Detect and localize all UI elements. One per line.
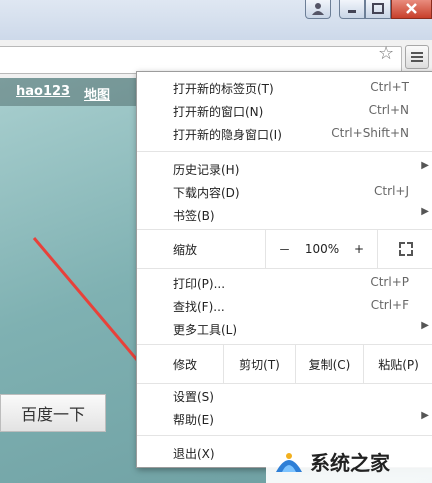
menu-item-label: 下载内容(D): [173, 186, 240, 200]
watermark-logo-icon: [276, 453, 302, 472]
menu-item-find[interactable]: 查找(F)... Ctrl+F: [137, 295, 432, 317]
menu-separator: [137, 435, 432, 436]
menu-item-shortcut: Ctrl+T: [370, 80, 409, 94]
site-watermark: 系统之家: [266, 440, 432, 483]
submenu-arrow-icon: ▶: [421, 410, 429, 421]
zoom-in-button[interactable]: +: [341, 230, 377, 268]
menu-item-label: 打开新的标签页(T): [173, 82, 274, 96]
submenu-arrow-icon: ▶: [421, 206, 429, 217]
paste-button[interactable]: 粘贴(P): [363, 345, 432, 383]
zoom-row: 缩放 － 100% +: [137, 230, 432, 268]
fullscreen-button[interactable]: [377, 230, 432, 268]
menu-item-label: 书签(B): [173, 209, 215, 223]
menu-item-label: 退出(X): [173, 447, 215, 461]
menu-item-bookmarks[interactable]: 书签(B) ▶: [137, 204, 432, 226]
zoom-label: 缩放: [173, 243, 198, 257]
submenu-arrow-icon: ▶: [421, 320, 429, 331]
copy-button[interactable]: 复制(C): [295, 345, 363, 383]
menu-item-new-window[interactable]: 打开新的窗口(N) Ctrl+N: [137, 100, 432, 122]
menu-item-label: 打开新的窗口(N): [173, 105, 264, 119]
menu-item-more-tools[interactable]: 更多工具(L) ▶: [137, 318, 432, 340]
menu-separator: [137, 268, 432, 269]
menu-item-label: 打印(P)...: [173, 277, 226, 291]
menu-item-help[interactable]: 帮助(E) ▶: [137, 408, 432, 430]
chrome-menu: 打开新的标签页(T) Ctrl+T 打开新的窗口(N) Ctrl+N 打开新的隐…: [136, 71, 432, 468]
menu-item-history[interactable]: 历史记录(H) ▶: [137, 158, 432, 180]
edit-row: 修改 剪切(T) 复制(C) 粘贴(P): [137, 345, 432, 383]
zoom-out-button[interactable]: －: [265, 230, 303, 268]
menu-item-new-incognito[interactable]: 打开新的隐身窗口(I) Ctrl+Shift+N: [137, 123, 432, 145]
menu-item-label: 帮助(E): [173, 413, 214, 427]
menu-item-new-tab[interactable]: 打开新的标签页(T) Ctrl+T: [137, 77, 432, 99]
menu-item-shortcut: Ctrl+Shift+N: [331, 126, 409, 140]
watermark-text: 系统之家: [310, 451, 390, 475]
submenu-arrow-icon: ▶: [421, 160, 429, 171]
fullscreen-icon: [397, 240, 415, 258]
menu-item-shortcut: Ctrl+F: [370, 298, 409, 312]
menu-item-label: 打开新的隐身窗口(I): [173, 128, 282, 142]
menu-item-settings[interactable]: 设置(S): [137, 385, 432, 407]
menu-item-shortcut: Ctrl+J: [374, 184, 409, 198]
menu-item-label: 设置(S): [173, 390, 214, 404]
menu-separator: [137, 151, 432, 152]
menu-item-downloads[interactable]: 下载内容(D) Ctrl+J: [137, 181, 432, 203]
menu-item-label: 查找(F)...: [173, 300, 225, 314]
menu-separator: [137, 383, 432, 384]
menu-item-label: 更多工具(L): [173, 323, 238, 337]
menu-item-shortcut: Ctrl+N: [368, 103, 409, 117]
cut-button[interactable]: 剪切(T): [223, 345, 295, 383]
edit-label: 修改: [173, 358, 198, 372]
menu-item-print[interactable]: 打印(P)... Ctrl+P: [137, 272, 432, 294]
menu-item-shortcut: Ctrl+P: [370, 275, 409, 289]
menu-item-label: 历史记录(H): [173, 163, 240, 177]
zoom-value: 100%: [304, 242, 340, 256]
